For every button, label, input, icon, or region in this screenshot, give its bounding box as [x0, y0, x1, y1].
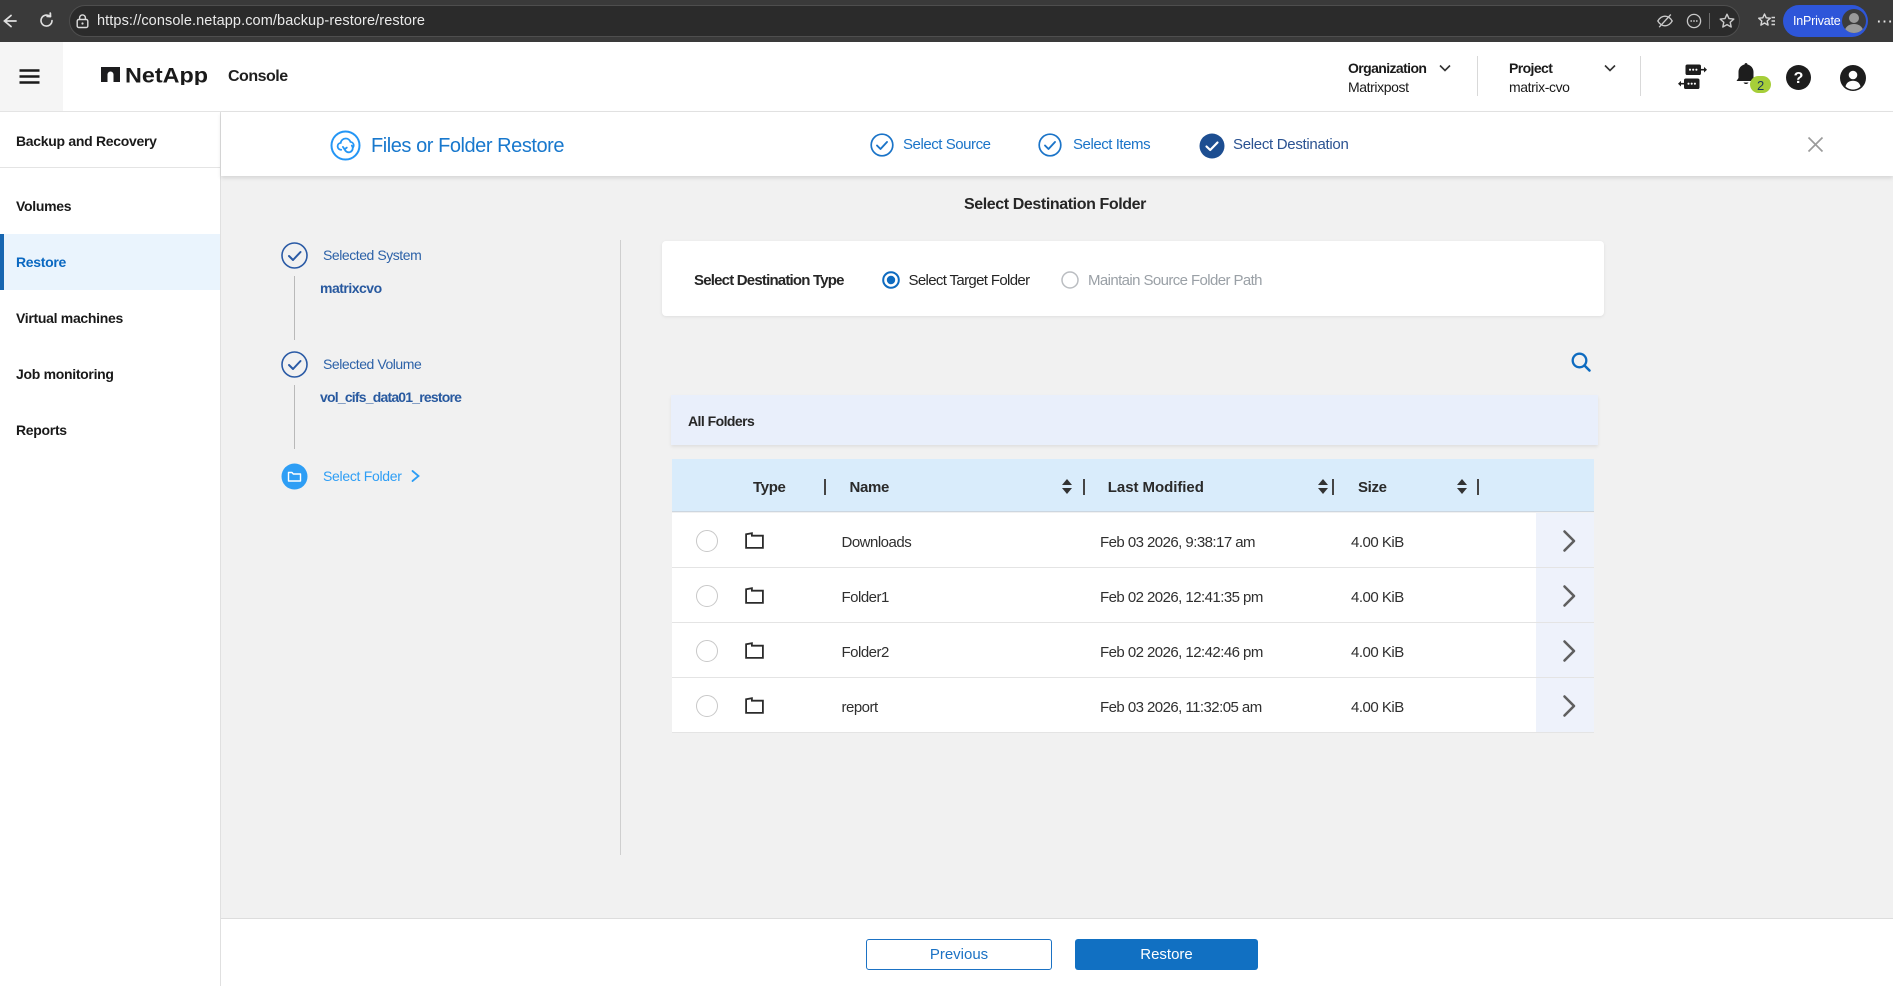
svg-text:NetApp: NetApp: [125, 67, 208, 85]
svg-text:?: ?: [1794, 70, 1804, 87]
